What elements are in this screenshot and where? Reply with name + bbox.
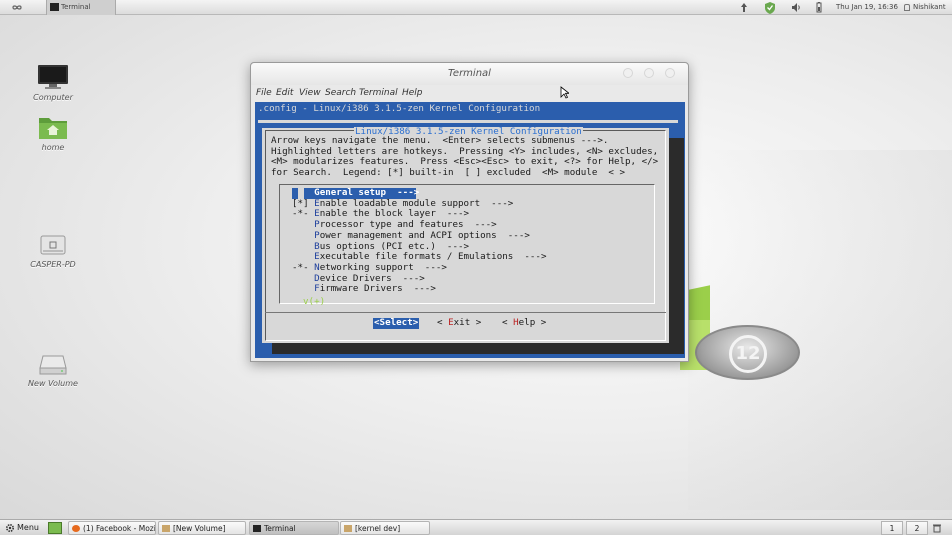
hard-drive-icon xyxy=(38,352,68,376)
config-dialog: Linux/i386 3.1.5-zen Kernel Configuratio… xyxy=(262,126,669,343)
button-separator xyxy=(265,312,666,313)
desktop-icon-label: CASPER-PD xyxy=(30,260,76,269)
task-new-volume[interactable]: [New Volume] xyxy=(158,521,246,535)
select-button[interactable]: <Select> xyxy=(373,317,420,329)
menu-help[interactable]: Help xyxy=(402,88,423,98)
folder-icon xyxy=(162,525,170,532)
update-arrow-icon[interactable] xyxy=(740,0,748,15)
workspace-1[interactable]: 1 xyxy=(881,521,903,535)
menu-view[interactable]: View xyxy=(299,88,321,98)
top-panel: Terminal Thu Jan 19, 16:36 Nishikant xyxy=(0,0,952,15)
user-name: Nishikant xyxy=(913,3,946,11)
start-menu-button[interactable]: Menu xyxy=(3,521,39,535)
task-label: Terminal xyxy=(264,524,296,533)
clock[interactable]: Thu Jan 19, 16:36 xyxy=(836,0,898,15)
battery-icon[interactable] xyxy=(815,0,823,15)
workspace-2[interactable]: 2 xyxy=(906,521,928,535)
desktop-icon-new-volume[interactable]: New Volume xyxy=(18,352,88,388)
desktop-icon-home[interactable]: home xyxy=(18,114,88,152)
terminal-icon xyxy=(253,525,261,532)
menu-file[interactable]: File xyxy=(256,88,272,98)
active-app-label: Terminal xyxy=(61,3,91,11)
desktop-icon-computer[interactable]: Computer xyxy=(18,64,88,102)
desktop-icon-label: New Volume xyxy=(28,379,78,388)
trash-icon[interactable] xyxy=(932,523,942,533)
desktop-icon-label: Computer xyxy=(33,93,73,102)
help-button[interactable]: < Help > xyxy=(502,317,546,329)
terminal-icon xyxy=(50,3,59,11)
active-app-indicator[interactable]: Terminal xyxy=(46,0,116,15)
infinity-menu-icon[interactable] xyxy=(9,0,25,15)
task-label: (1) Facebook - Mozil... xyxy=(83,524,156,533)
terminal-window[interactable]: Terminal File Edit View Search Terminal … xyxy=(250,62,689,362)
task-facebook[interactable]: (1) Facebook - Mozil... xyxy=(68,521,156,535)
usb-drive-icon xyxy=(38,233,68,257)
terminal-screen[interactable]: .config - Linux/i386 3.1.5-zen Kernel Co… xyxy=(255,102,685,358)
home-folder-icon xyxy=(38,114,68,140)
firefox-icon xyxy=(72,525,80,532)
user-icon xyxy=(904,4,910,11)
user-menu[interactable]: Nishikant xyxy=(903,0,946,15)
terminal-menubar: File Edit View Search Terminal Help xyxy=(251,86,688,102)
maximize-button[interactable] xyxy=(644,68,654,78)
config-title-rule xyxy=(258,120,678,123)
close-button[interactable] xyxy=(665,68,675,78)
desktop-icon-casper-pd[interactable]: CASPER-PD xyxy=(18,233,88,269)
start-menu-label: Menu xyxy=(17,523,39,532)
config-title: .config - Linux/i386 3.1.5-zen Kernel Co… xyxy=(258,103,541,114)
menu-search[interactable]: Search xyxy=(325,88,356,98)
task-terminal[interactable]: Terminal xyxy=(249,521,339,535)
gear-icon xyxy=(5,523,15,533)
monitor-icon xyxy=(37,64,69,90)
exit-button[interactable]: < Exit > xyxy=(437,317,481,329)
mint-logo-icon: 12 xyxy=(695,325,800,380)
minimize-button[interactable] xyxy=(623,68,633,78)
menu-terminal[interactable]: Terminal xyxy=(359,88,398,98)
task-label: [New Volume] xyxy=(173,524,226,533)
mouse-pointer-icon xyxy=(560,84,571,103)
menu-edit[interactable]: Edit xyxy=(276,88,293,98)
shield-icon[interactable] xyxy=(764,0,776,15)
help-line: for Search. Legend: [*] built-in [ ] exc… xyxy=(271,167,626,179)
scroll-indicator: v(+) xyxy=(303,296,326,307)
show-desktop-icon[interactable] xyxy=(48,522,62,534)
taskbar: Menu (1) Facebook - Mozil... [New Volume… xyxy=(0,519,952,535)
volume-icon[interactable] xyxy=(791,0,801,15)
desktop-icon-label: home xyxy=(41,143,65,152)
task-kernel-dev[interactable]: [kernel dev] xyxy=(340,521,430,535)
menu-item-firmware-drivers[interactable]: Firmware Drivers ---> xyxy=(292,283,436,295)
folder-icon xyxy=(344,525,352,532)
task-label: [kernel dev] xyxy=(355,524,401,533)
